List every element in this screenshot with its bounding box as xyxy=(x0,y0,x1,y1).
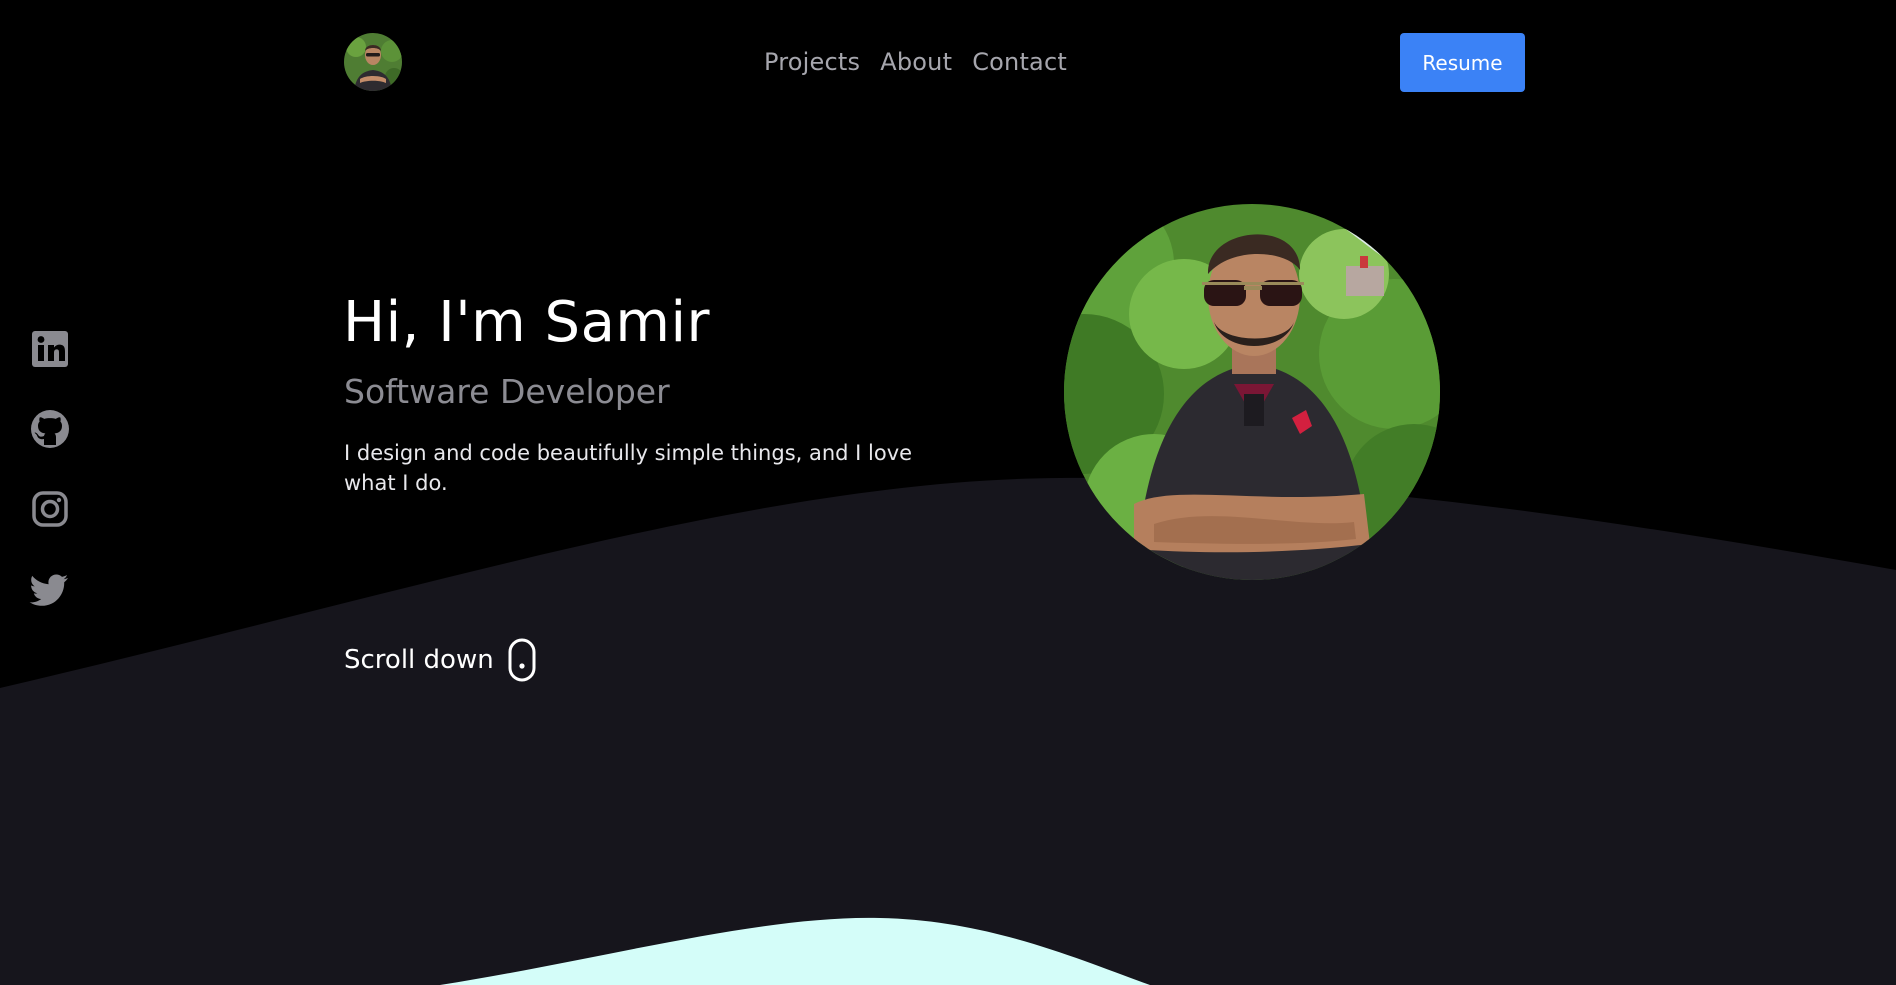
logo-avatar[interactable] xyxy=(344,33,402,91)
mouse-icon xyxy=(508,638,536,682)
site-header: Projects About Contact Resume xyxy=(0,0,1896,125)
twitter-link[interactable] xyxy=(29,568,71,610)
hero-subtitle: Software Developer xyxy=(344,372,670,411)
linkedin-link[interactable] xyxy=(29,328,71,370)
nav-link-projects[interactable]: Projects xyxy=(764,48,860,76)
logo-avatar-image xyxy=(344,33,402,91)
github-icon xyxy=(31,410,69,448)
profile-portrait xyxy=(1064,204,1440,580)
background-waves xyxy=(0,477,1896,985)
hero-title: Hi, I'm Samir xyxy=(343,290,711,355)
resume-button[interactable]: Resume xyxy=(1400,33,1525,92)
instagram-link[interactable] xyxy=(29,488,71,530)
profile-portrait-image xyxy=(1064,204,1440,580)
github-link[interactable] xyxy=(29,408,71,450)
dark-wave xyxy=(0,477,1896,985)
social-links xyxy=(29,328,71,648)
main-nav: Projects About Contact xyxy=(764,44,1087,80)
nav-link-about[interactable]: About xyxy=(880,48,952,76)
twitter-icon xyxy=(29,574,69,606)
nav-link-contact[interactable]: Contact xyxy=(972,48,1067,76)
scroll-down-label: Scroll down xyxy=(344,645,494,675)
scroll-down-button[interactable]: Scroll down xyxy=(344,638,536,682)
linkedin-icon xyxy=(32,331,68,367)
instagram-icon xyxy=(32,491,68,527)
portfolio-page: Projects About Contact Resume Hi, I'm Sa… xyxy=(0,0,1896,985)
hero-description: I design and code beautifully simple thi… xyxy=(344,441,913,495)
